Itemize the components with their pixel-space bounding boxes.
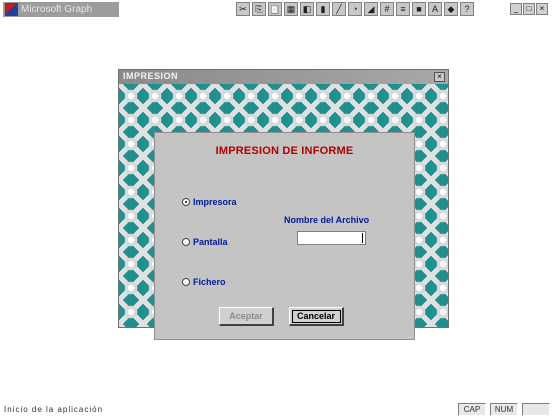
status-num: NUM — [490, 403, 518, 416]
dialog-heading: IMPRESION DE INFORME — [215, 145, 354, 157]
print-dialog: IMPRESION × IMPRESION DE INFORME Impreso… — [118, 69, 449, 340]
chart-icon[interactable]: ◧ — [300, 2, 314, 16]
status-text: Inicio de la aplicación — [4, 405, 104, 414]
option-pantalla-label: Pantalla — [193, 237, 228, 247]
option-fichero-label: Fichero — [193, 277, 226, 287]
option-impresora-label: Impresora — [193, 197, 237, 207]
dialog-titlebar[interactable]: IMPRESION × — [119, 70, 448, 84]
copy-icon[interactable]: ⎘ — [252, 2, 266, 16]
cancel-button[interactable]: Cancelar — [289, 307, 344, 326]
status-caps: CAP — [458, 403, 486, 416]
status-bar: Inicio de la aplicación CAP NUM — [0, 400, 554, 420]
color-icon[interactable]: ■ — [412, 2, 426, 16]
dialog-close-button[interactable]: × — [434, 72, 445, 82]
app-title-area[interactable]: Microsoft Graph — [3, 2, 119, 17]
pie-chart-icon[interactable]: ◔ — [348, 2, 362, 16]
radio-fichero[interactable] — [182, 278, 190, 286]
accept-button[interactable]: Aceptar — [219, 307, 274, 326]
text-cursor — [362, 233, 363, 243]
toolbar: ✂ ⎘ 📋 ▦ ◧ ▮ ╱ ◔ ◢ # ≡ ■ A ◆? — [236, 2, 474, 18]
option-impresora[interactable]: Impresora — [182, 197, 237, 207]
table-icon[interactable]: ▦ — [284, 2, 298, 16]
minimize-button[interactable]: _ — [510, 3, 522, 15]
status-extra — [522, 403, 550, 416]
dialog-panel: IMPRESION DE INFORME Impresora Pantalla … — [154, 132, 415, 340]
paste-icon[interactable]: 📋 — [268, 2, 282, 16]
font-icon[interactable]: A — [428, 2, 442, 16]
dialog-title: IMPRESION — [123, 71, 179, 81]
legend-icon[interactable]: ≡ — [396, 2, 410, 16]
close-button[interactable]: × — [536, 3, 548, 15]
radio-impresora[interactable] — [182, 198, 190, 206]
radio-pantalla[interactable] — [182, 238, 190, 246]
grid-icon[interactable]: # — [380, 2, 394, 16]
file-name-label: Nombre del Archivo — [284, 215, 370, 225]
option-fichero[interactable]: Fichero — [182, 277, 226, 287]
bar-chart-icon[interactable]: ▮ — [316, 2, 330, 16]
window-controls: _ □ × — [510, 3, 548, 15]
app-title: Microsoft Graph — [21, 4, 93, 15]
maximize-button[interactable]: □ — [523, 3, 535, 15]
option-pantalla[interactable]: Pantalla — [182, 237, 228, 247]
shapes-icon[interactable]: ◆ — [444, 2, 458, 16]
area-chart-icon[interactable]: ◢ — [364, 2, 378, 16]
line-chart-icon[interactable]: ╱ — [332, 2, 346, 16]
app-menubar: Microsoft Graph ✂ ⎘ 📋 ▦ ◧ ▮ ╱ ◔ ◢ # ≡ ■ A ◆? _ □ × — [0, 0, 554, 20]
help-icon[interactable]: ? — [460, 2, 474, 16]
decorative-frame: IMPRESION DE INFORME Impresora Pantalla … — [119, 84, 448, 340]
cut-icon[interactable]: ✂ — [236, 2, 250, 16]
app-icon — [5, 3, 18, 16]
file-name-input[interactable] — [297, 231, 366, 245]
